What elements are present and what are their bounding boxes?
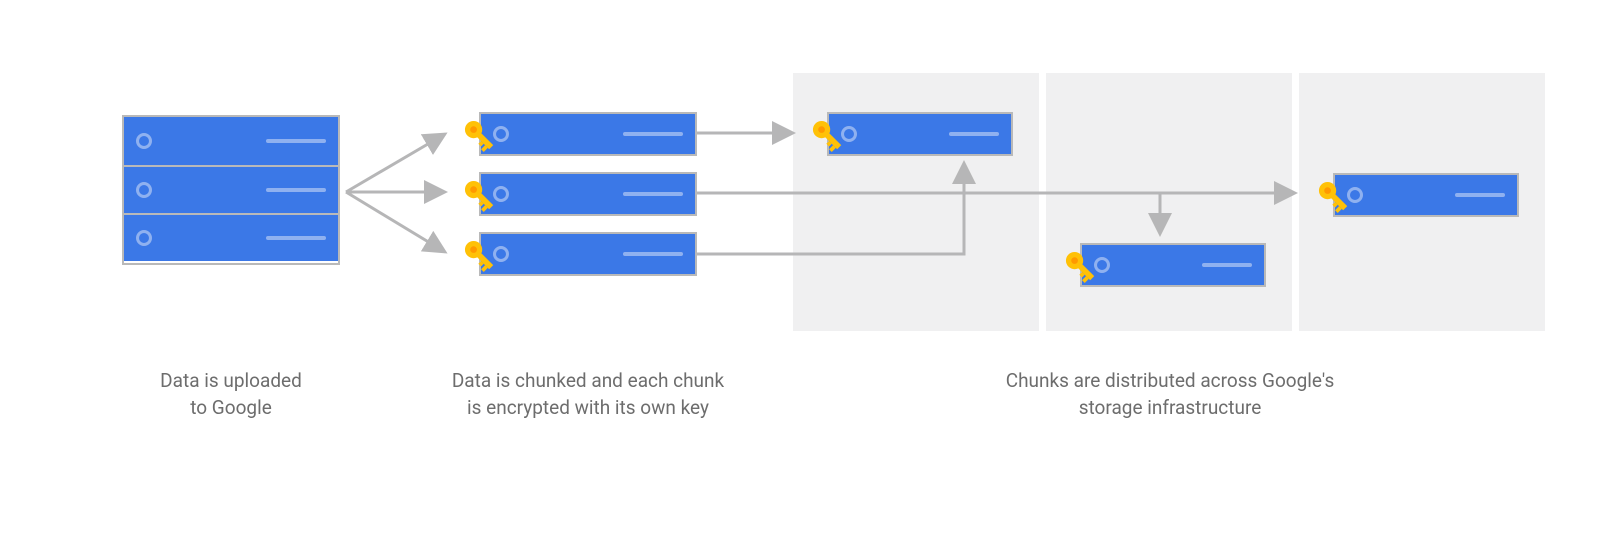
distributed-chunk bbox=[827, 112, 1013, 156]
source-server bbox=[122, 115, 340, 265]
caption-upload: Data is uploaded to Google bbox=[122, 368, 340, 421]
drive-led-icon bbox=[136, 230, 152, 246]
drive-led-icon bbox=[136, 133, 152, 149]
drive-slot-line bbox=[266, 188, 326, 192]
encrypted-chunk bbox=[479, 112, 697, 156]
drive-slot-line bbox=[266, 236, 326, 240]
drive-slot-line bbox=[949, 132, 999, 136]
caption-distributed: Chunks are distributed across Google's s… bbox=[890, 368, 1450, 421]
key-icon bbox=[456, 232, 502, 278]
distributed-chunk bbox=[1333, 173, 1519, 217]
key-icon bbox=[1310, 173, 1356, 219]
drive-slot-line bbox=[623, 192, 683, 196]
drive-slot-line bbox=[1455, 193, 1505, 197]
storage-region-2 bbox=[1046, 73, 1292, 331]
key-icon bbox=[804, 112, 850, 158]
distributed-chunk bbox=[1080, 243, 1266, 287]
drive-slot-line bbox=[1202, 263, 1252, 267]
key-icon bbox=[456, 112, 502, 158]
drive-led-icon bbox=[136, 182, 152, 198]
key-icon bbox=[1057, 243, 1103, 289]
key-icon bbox=[456, 172, 502, 218]
encrypted-chunk bbox=[479, 172, 697, 216]
encryption-diagram: Data is uploaded to Google Data is chunk… bbox=[0, 0, 1600, 550]
drive-slot-line bbox=[266, 139, 326, 143]
drive-slot-line bbox=[623, 252, 683, 256]
server-drive-row bbox=[124, 117, 338, 165]
server-drive-row bbox=[124, 213, 338, 261]
drive-slot-line bbox=[623, 132, 683, 136]
server-drive-row bbox=[124, 165, 338, 213]
caption-chunked: Data is chunked and each chunk is encryp… bbox=[440, 368, 736, 421]
encrypted-chunk bbox=[479, 232, 697, 276]
